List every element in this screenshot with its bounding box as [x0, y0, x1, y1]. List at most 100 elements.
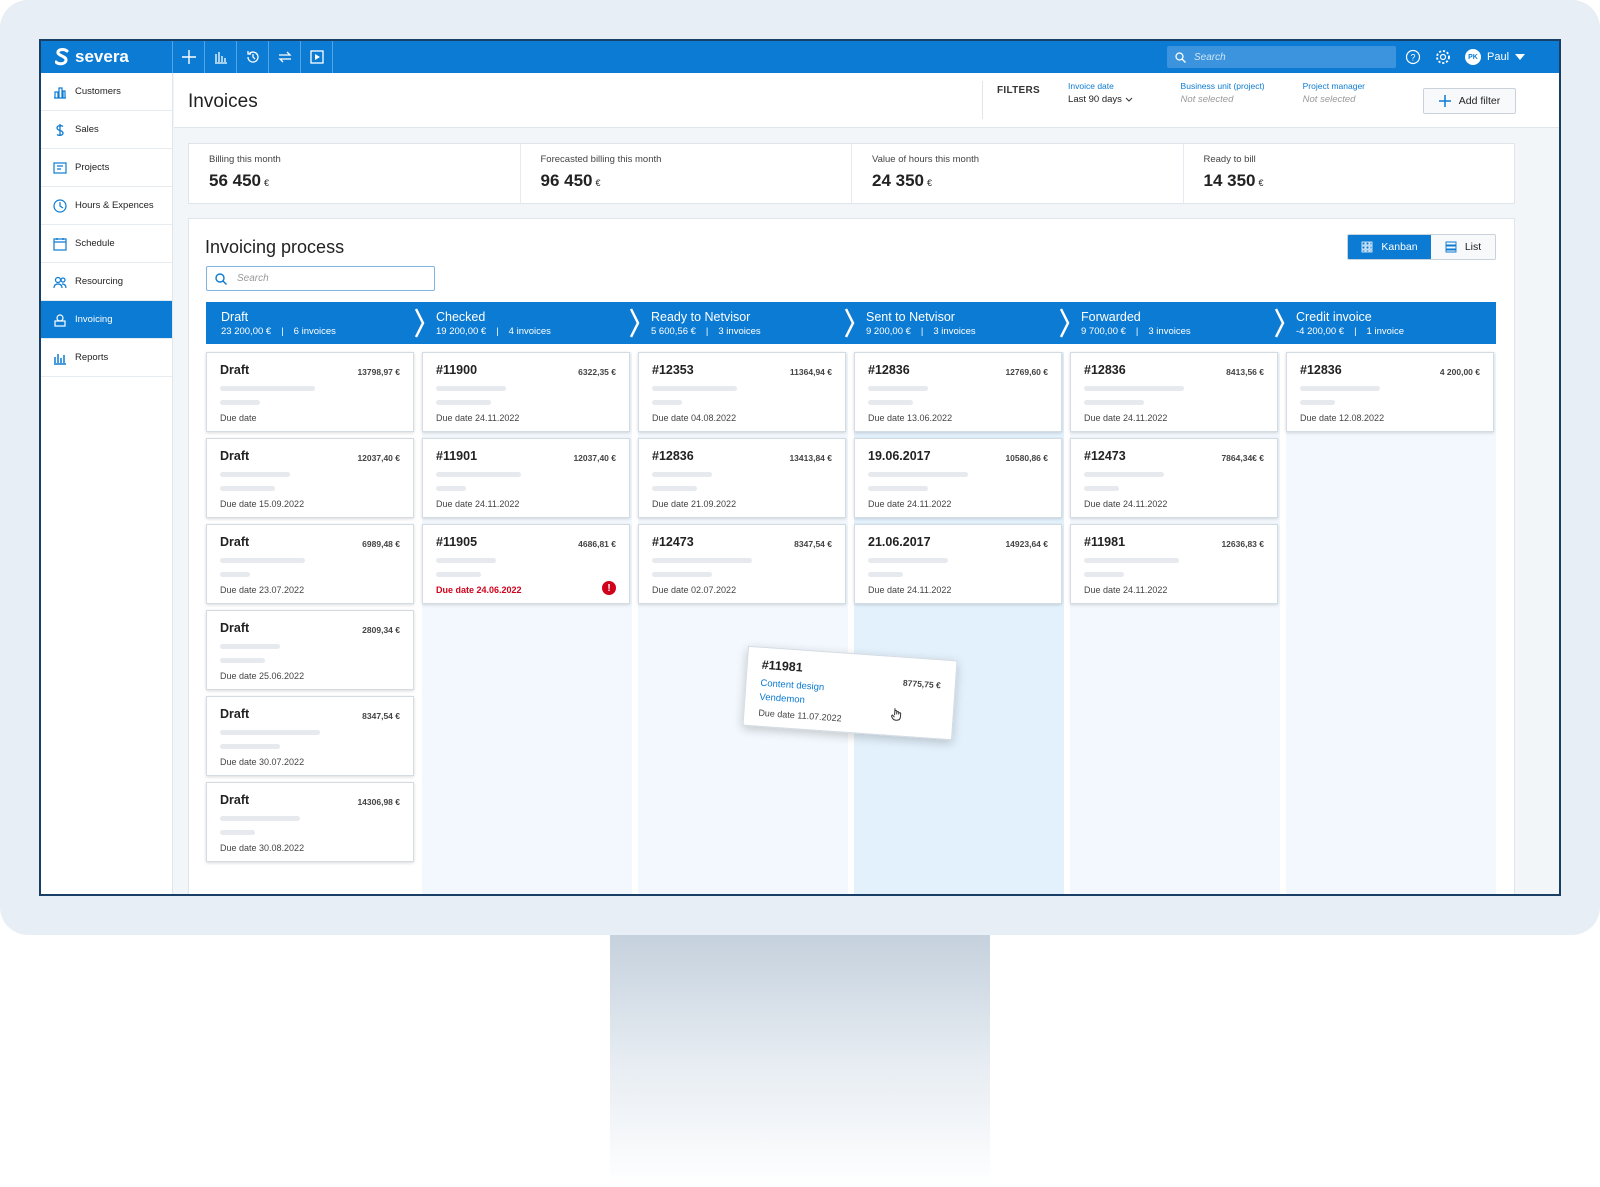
placeholder-line [220, 472, 290, 477]
placeholder-line [652, 386, 737, 391]
list-view-button[interactable]: List [1431, 235, 1495, 259]
card-amount: 11364,94 € [789, 367, 832, 377]
placeholder-line [868, 472, 968, 477]
placeholder-line [436, 472, 521, 477]
sidebar: Customers Sales Projects Hours & Expence… [41, 73, 173, 894]
invoice-card[interactable]: Draft 14306,98 € Due date 30.08.2022 [206, 782, 414, 862]
sidebar-item-label: Customers [75, 86, 121, 97]
svg-text:?: ? [1410, 53, 1415, 63]
filter-business-unit[interactable]: Business unit (project) Not selected [1181, 81, 1265, 119]
sidebar-item-resourcing[interactable]: Resourcing [41, 263, 172, 301]
stage-2: Ready to Netvisor 5 600,56 € | 3 invoices [636, 302, 855, 344]
invoicing-process-panel: Invoicing process Search Kanban List Dra… [188, 218, 1515, 894]
stat-value: 96 450 € [540, 171, 601, 190]
history-icon[interactable] [237, 41, 269, 73]
sidebar-item-sales[interactable]: Sales [41, 111, 172, 149]
invoice-card[interactable]: #11981 12636,83 € Due date 24.11.2022 [1070, 524, 1278, 604]
play-icon[interactable] [301, 41, 333, 73]
placeholder-line [220, 744, 280, 749]
stage-1: Checked 19 200,00 € | 4 invoices [421, 302, 640, 344]
placeholder-line [220, 486, 275, 491]
filter-title: Invoice date [1068, 81, 1114, 91]
invoice-card[interactable]: Draft 12037,40 € Due date 15.09.2022 [206, 438, 414, 518]
global-search-input[interactable]: Search [1167, 46, 1396, 68]
stat-label: Forecasted billing this month [540, 154, 662, 165]
sidebar-item-schedule[interactable]: Schedule [41, 225, 172, 263]
list-icon [1445, 241, 1457, 253]
stage-info: -4 200,00 € | 1 invoice [1296, 326, 1405, 337]
invoice-card[interactable]: #11901 12037,40 € Due date 24.11.2022 [422, 438, 630, 518]
invoice-card[interactable]: #11900 6322,35 € Due date 24.11.2022 [422, 352, 630, 432]
card-amount: 4686,81 € [578, 539, 616, 549]
kanban-label: Kanban [1381, 241, 1418, 253]
add-icon[interactable] [173, 41, 205, 73]
invoice-card[interactable]: 21.06.2017 14923,64 € Due date 24.11.2022 [854, 524, 1062, 604]
placeholder-line [436, 572, 481, 577]
invoice-card[interactable]: Draft 8347,54 € Due date 30.07.2022 [206, 696, 414, 776]
user-name: Paul [1487, 51, 1510, 63]
filter-invoice-date[interactable]: Invoice date Last 90 days [1068, 81, 1133, 119]
stage-4: Forwarded 9 700,00 € | 3 invoices [1066, 302, 1285, 344]
invoice-card[interactable]: #12353 11364,94 € Due date 04.08.2022 [638, 352, 846, 432]
placeholder-line [436, 400, 491, 405]
customers-icon [54, 86, 66, 99]
kanban-search-input[interactable]: Search [206, 266, 435, 291]
filter-project-manager[interactable]: Project manager Not selected [1303, 81, 1365, 119]
card-amount: 6322,35 € [578, 367, 616, 377]
stats-bar: Billing this month 56 450 € Forecasted bi… [188, 143, 1515, 204]
sidebar-item-label: Hours & Expences [75, 200, 154, 211]
chevron-down-icon [1515, 54, 1526, 60]
kanban-view-button[interactable]: Kanban [1348, 235, 1431, 259]
kanban-search-placeholder: Search [237, 273, 269, 284]
add-filter-button[interactable]: Add filter [1423, 88, 1516, 114]
search-icon [215, 272, 227, 285]
kanban-column-2: #12353 11364,94 € Due date 04.08.2022 #1283… [638, 352, 848, 894]
chart-icon[interactable] [205, 41, 237, 73]
dragged-invoice-card[interactable]: #11981 8775,75 € Content design Vendemon… [742, 645, 958, 741]
invoice-card[interactable]: Draft 13798,97 € Due date [206, 352, 414, 432]
invoice-card[interactable]: 19.06.2017 10580,86 € Due date 24.11.2022 [854, 438, 1062, 518]
sidebar-item-customers[interactable]: Customers [41, 73, 172, 111]
invoice-card[interactable]: #12836 8413,56 € Due date 24.11.2022 [1070, 352, 1278, 432]
stage-3: Sent to Netvisor 9 200,00 € | 3 invoices [851, 302, 1070, 344]
card-due-date: Due date [220, 413, 257, 423]
sidebar-item-reports[interactable]: Reports [41, 339, 172, 377]
invoice-card[interactable]: Draft 6989,48 € Due date 23.07.2022 [206, 524, 414, 604]
invoice-card[interactable]: #12836 13413,84 € Due date 21.09.2022 [638, 438, 846, 518]
card-amount: 12037,40 € [573, 453, 616, 463]
placeholder-line [868, 486, 928, 491]
sidebar-item-invoicing[interactable]: Invoicing [41, 301, 172, 339]
invoice-card[interactable]: Draft 2809,34 € Due date 25.06.2022 [206, 610, 414, 690]
invoice-card[interactable]: #11905 4686,81 € Due date 24.06.2022! [422, 524, 630, 604]
grid-icon [1361, 241, 1373, 253]
gear-icon[interactable] [1435, 49, 1451, 65]
switch-icon[interactable] [269, 41, 301, 73]
invoice-card[interactable]: #12836 12769,60 € Due date 13.06.2022 [854, 352, 1062, 432]
bar-chart-icon [54, 353, 66, 365]
top-bar: severa Search ? PK Paul [41, 41, 1559, 73]
stage-5: Credit invoice -4 200,00 € | 1 invoice [1281, 302, 1496, 344]
card-amount: 12037,40 € [357, 453, 400, 463]
monitor-stand [610, 935, 990, 1187]
placeholder-line [220, 816, 300, 821]
invoice-card[interactable]: #12836 4 200,00 € Due date 12.08.2022 [1286, 352, 1494, 432]
avatar: PK [1465, 49, 1481, 65]
sidebar-item-hours[interactable]: Hours & Expences [41, 187, 172, 225]
help-icon[interactable]: ? [1405, 49, 1421, 65]
card-due-date: Due date 24.11.2022 [436, 499, 520, 509]
placeholder-line [436, 386, 506, 391]
page-header: Invoices FILTERS Invoice date Last 90 da… [174, 73, 1559, 128]
app-name: severa [75, 47, 129, 66]
sidebar-item-label: Reports [75, 352, 109, 363]
user-menu[interactable]: PK Paul [1465, 49, 1526, 65]
warning-icon: ! [602, 581, 616, 595]
card-due-date: Due date 04.08.2022 [652, 413, 737, 423]
card-due-date: Due date 25.06.2022 [220, 671, 305, 681]
sidebar-item-label: Projects [75, 162, 110, 173]
invoice-card[interactable]: #12473 8347,54 € Due date 02.07.2022 [638, 524, 846, 604]
sidebar-item-projects[interactable]: Projects [41, 149, 172, 187]
view-toggle: Kanban List [1347, 234, 1496, 260]
severa-logo[interactable]: severa [41, 41, 173, 73]
placeholder-line [220, 730, 320, 735]
invoice-card[interactable]: #12473 7864,34€ € Due date 24.11.2022 [1070, 438, 1278, 518]
